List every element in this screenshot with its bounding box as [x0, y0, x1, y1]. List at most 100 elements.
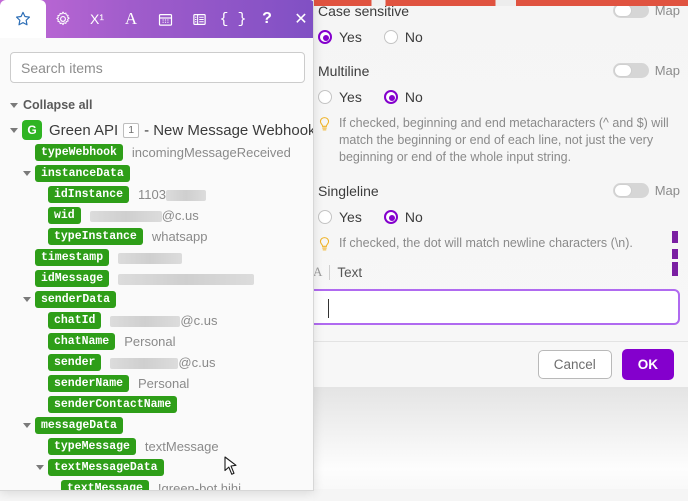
radio-icon[interactable] [384, 210, 398, 224]
tree-node[interactable]: idMessage [0, 268, 313, 289]
tree-node-key[interactable]: wid [48, 207, 81, 224]
tab-table[interactable] [182, 0, 216, 38]
font-type-icon: A [313, 264, 322, 280]
chevron-down-icon[interactable] [36, 465, 44, 470]
tree-node-value: incomingMessageReceived [132, 145, 291, 160]
radio-icon[interactable] [384, 30, 398, 44]
map-toggle-multiline[interactable]: Map [613, 63, 680, 78]
tree-node[interactable]: instanceData [0, 163, 313, 184]
dialog-footer: Cancel OK [313, 341, 688, 387]
map-label: Map [655, 63, 680, 78]
tree-node-key[interactable]: senderData [35, 291, 116, 308]
tree-node-key[interactable]: typeMessage [48, 438, 136, 455]
map-toggle-singleline[interactable]: Map [613, 183, 680, 198]
toggle-knob [614, 64, 632, 77]
tree-node-key[interactable]: senderContactName [48, 396, 177, 413]
hint-singleline: If checked, the dot will match newline c… [318, 235, 680, 253]
mouse-cursor [224, 456, 238, 476]
tree-node[interactable]: sender@c.us [0, 352, 313, 373]
tree-node-key[interactable]: timestamp [35, 249, 109, 266]
tree-node-value: textMessage [145, 439, 219, 454]
radio-option-no[interactable]: No [384, 29, 423, 45]
tree-node[interactable]: typeMessage textMessage [0, 436, 313, 457]
tree-node-key[interactable]: idInstance [48, 186, 129, 203]
collapse-all-button[interactable]: Collapse all [10, 98, 92, 112]
redacted-value [110, 358, 178, 369]
radio-option-yes[interactable]: Yes [318, 29, 362, 45]
tree-node-key[interactable]: typeInstance [48, 228, 143, 245]
redacted-value [110, 316, 180, 327]
toggle-knob [614, 184, 632, 197]
tree-node-key[interactable]: typeWebhook [35, 144, 123, 161]
tab-code[interactable]: { } [216, 0, 250, 38]
tree-node[interactable]: textMessageData [0, 457, 313, 478]
search-input[interactable] [10, 52, 305, 83]
green-api-logo: G [22, 120, 42, 140]
tree-node-key[interactable]: idMessage [35, 270, 109, 287]
tree-node[interactable]: typeWebhook incomingMessageReceived [0, 142, 313, 163]
tree-node-key[interactable]: textMessage [61, 480, 149, 491]
screen: Case sensitive Map Yes No [0, 0, 688, 501]
tree-node-key[interactable]: instanceData [35, 165, 130, 182]
tree-node-value: !green-bot hihi [158, 481, 241, 491]
tree-node-key[interactable]: chatId [48, 312, 101, 329]
tree-node[interactable]: senderData [0, 289, 313, 310]
tree-node[interactable]: messageData [0, 415, 313, 436]
hint-text: If checked, the dot will match newline c… [339, 235, 633, 253]
tree-node-key[interactable]: chatName [48, 333, 115, 350]
close-button[interactable]: ✕ [284, 0, 314, 38]
tree-node[interactable]: timestamp [0, 247, 313, 268]
tab-text[interactable]: A [114, 0, 148, 38]
table-icon [192, 12, 207, 27]
ok-button[interactable]: OK [622, 349, 674, 380]
radio-option-no[interactable]: No [384, 209, 423, 225]
radio-icon[interactable] [384, 90, 398, 104]
tree-node[interactable]: senderName Personal [0, 373, 313, 394]
toggle-switch[interactable] [613, 183, 649, 198]
tree-node[interactable]: wid @c.us [0, 205, 313, 226]
lightbulb-icon [318, 236, 331, 253]
cancel-button[interactable]: Cancel [538, 350, 612, 379]
dialog-bottom-strip [313, 489, 688, 501]
tab-expression[interactable]: X¹ [80, 0, 114, 38]
radio-option-yes[interactable]: Yes [318, 209, 362, 225]
tree-node[interactable]: chatId @c.us [0, 310, 313, 331]
text-field-label: Text [337, 265, 362, 280]
chevron-down-icon[interactable] [10, 128, 18, 133]
tree-node-value: @c.us [90, 208, 199, 223]
tab-settings[interactable] [46, 0, 80, 38]
tree-root-node[interactable]: G Green API 1 - New Message Webhook [0, 118, 313, 142]
tree-root-title: Green API 1 - New Message Webhook [49, 122, 314, 139]
radio-label: Yes [339, 209, 362, 225]
tree-node-value: Personal [124, 334, 175, 349]
tree-node-key[interactable]: textMessageData [48, 459, 164, 476]
tree-node-key[interactable]: sender [48, 354, 101, 371]
radio-option-yes[interactable]: Yes [318, 89, 362, 105]
tree-node[interactable]: textMessage !green-bot hihi [0, 478, 313, 491]
radio-option-no[interactable]: No [384, 89, 423, 105]
help-button[interactable]: ? [250, 0, 284, 38]
radio-icon[interactable] [318, 30, 332, 44]
tree-node-key[interactable]: messageData [35, 417, 123, 434]
tree-node-key[interactable]: senderName [48, 375, 129, 392]
tree-node-value: Personal [138, 376, 189, 391]
redacted-value [118, 253, 182, 264]
redacted-value [166, 190, 206, 201]
calendar-icon [158, 12, 173, 27]
chevron-down-icon[interactable] [23, 171, 31, 176]
tree-node[interactable]: senderContactName [0, 394, 313, 415]
chevron-down-icon[interactable] [23, 297, 31, 302]
tree-node[interactable]: typeInstancewhatsapp [0, 226, 313, 247]
radio-icon[interactable] [318, 210, 332, 224]
tree-node[interactable]: idInstance1103 [0, 184, 313, 205]
toggle-switch[interactable] [613, 63, 649, 78]
radio-label: Yes [339, 89, 362, 105]
tab-date[interactable] [148, 0, 182, 38]
tree-node-value: @c.us [110, 313, 217, 328]
chevron-down-icon[interactable] [23, 423, 31, 428]
tab-favorites[interactable] [0, 0, 46, 38]
tree-node[interactable]: chatName Personal [0, 331, 313, 352]
radio-icon[interactable] [318, 90, 332, 104]
root-badge: 1 [123, 123, 139, 138]
superscript-icon: X¹ [90, 11, 104, 27]
